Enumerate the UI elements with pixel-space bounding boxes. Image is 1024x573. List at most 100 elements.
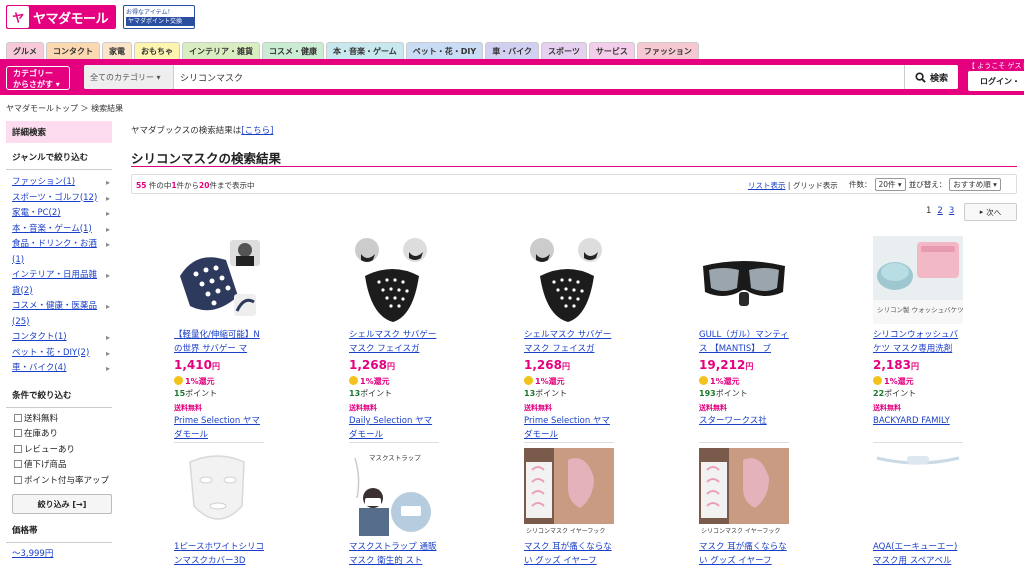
genre-link[interactable]: 食品・ドリンク・お酒(1) [12, 239, 97, 265]
product-image[interactable]: マスクストラップ [349, 448, 439, 536]
price-range-link[interactable]: ～3,999円 [6, 543, 112, 563]
genre-item[interactable]: スポーツ・ゴルフ(12) ▸ [6, 191, 112, 207]
category-tab[interactable]: おもちゃ [134, 42, 180, 59]
genre-link[interactable]: コンタクト(1) [12, 332, 67, 342]
chevron-right-icon: ▸ [979, 208, 984, 216]
site-logo[interactable]: ヤ ヤマダモール [6, 5, 116, 29]
genre-link[interactable]: コスメ・健康・医薬品(25) [12, 301, 97, 327]
count-select[interactable]: 20件 ▾ [874, 178, 906, 191]
category-tab[interactable]: ファッション [636, 42, 699, 59]
category-browse-button[interactable]: カテゴリー からさがす ▾ [6, 66, 70, 90]
genre-link[interactable]: ファッション(1) [12, 177, 75, 187]
point-exchange-banner[interactable]: お得なアイテム！ ヤマダポイント交換 [123, 5, 195, 29]
product-name[interactable]: シェルマスク サバゲーマスク フェイスガ [349, 328, 439, 356]
product-image[interactable] [174, 236, 264, 324]
next-label: 次へ [986, 207, 1002, 217]
chevron-right-icon: ▸ [105, 302, 110, 311]
list-view-link[interactable]: リスト表示 [748, 181, 786, 190]
condition-item[interactable]: 値下げ商品 [6, 458, 112, 474]
category-tab[interactable]: スポーツ [541, 42, 587, 59]
product-name[interactable]: シリコンウォッシュバケツ マスク専用洗剤 [873, 328, 963, 356]
product-name[interactable]: AQA(エーキューエー) マスク用 スペアベル [873, 540, 963, 568]
genre-item[interactable]: 車・バイク(4) ▸ [6, 361, 112, 377]
product-image[interactable] [524, 236, 614, 324]
product-image[interactable] [174, 448, 264, 536]
category-select[interactable]: 全てのカテゴリー ▾ [84, 65, 174, 89]
product-name[interactable]: マスク 耳が痛くならない グッズ イヤーフ [699, 540, 789, 568]
shop-name[interactable]: Prime Selection ヤマダモール [524, 414, 614, 442]
genre-link[interactable]: スポーツ・ゴルフ(12) [12, 193, 97, 203]
narrow-button[interactable]: 絞り込み [→] [12, 494, 112, 514]
result-text-3: 件まで表示中 [209, 181, 255, 190]
next-page-button[interactable]: ▸ 次へ [964, 203, 1017, 221]
genre-item[interactable]: インテリア・日用品雑貨(2) ▸ [6, 268, 112, 299]
genre-link[interactable]: 本・音楽・ゲーム(1) [12, 224, 92, 234]
free-shipping-badge: 送料無料 [524, 404, 552, 412]
genre-item[interactable]: 家電・PC(2) ▸ [6, 206, 112, 222]
card-divider [349, 442, 439, 443]
condition-item[interactable]: 送料無料 [6, 412, 112, 428]
breadcrumb[interactable]: ヤマダモールトップ ＞ 検索結果 [6, 103, 123, 114]
product-name[interactable]: マスクストラップ 通販 マスク 衛生的 スト [349, 540, 439, 568]
price-value: 19,212 [699, 358, 746, 372]
genre-item[interactable]: コンタクト(1) ▸ [6, 330, 112, 346]
page-title: シリコンマスクの検索結果 [131, 151, 282, 166]
genre-item[interactable]: ペット・花・DIY(2) ▸ [6, 346, 112, 362]
category-tab[interactable]: サービス [588, 42, 635, 59]
points-value: 15 [174, 389, 186, 398]
product-image[interactable]: シリコン製 ウォッシュバケツ [873, 236, 963, 324]
product-name[interactable]: マスク 耳が痛くならない グッズ イヤーフ [524, 540, 614, 568]
genre-link[interactable]: 車・バイク(4) [12, 363, 66, 373]
checkbox[interactable] [14, 444, 22, 453]
search-button[interactable]: 検索 [904, 65, 958, 89]
category-tab[interactable]: 家電 [102, 42, 132, 59]
page-2[interactable]: 2 [937, 206, 942, 216]
genre-link[interactable]: ペット・花・DIY(2) [12, 348, 89, 358]
checkbox[interactable] [14, 460, 22, 468]
page-3[interactable]: 3 [949, 206, 954, 216]
product-image[interactable] [699, 236, 789, 324]
product-image[interactable] [873, 448, 963, 536]
genre-link[interactable]: 家電・PC(2) [12, 208, 61, 218]
product-image[interactable]: シリコンマスク イヤーフック [699, 448, 789, 536]
result-text-2: 件から [176, 181, 200, 190]
product-name[interactable]: シェルマスク サバゲーマスク フェイスガ [524, 328, 614, 356]
shop-name[interactable]: Prime Selection ヤマダモール [174, 414, 264, 442]
genre-item[interactable]: 本・音楽・ゲーム(1) ▸ [6, 222, 112, 238]
condition-item[interactable]: ポイント付与率アップ [6, 474, 112, 490]
category-tab[interactable]: コンタクト [46, 42, 100, 59]
books-link[interactable]: [こちら] [241, 126, 273, 136]
shop-name[interactable]: スターワークス社 [699, 414, 789, 442]
category-tab[interactable]: ペット・花・DIY [405, 42, 484, 59]
category-tab[interactable]: グルメ [6, 42, 44, 59]
login-button[interactable]: ログイン・ [968, 71, 1024, 91]
checkbox[interactable] [14, 475, 22, 484]
product-name[interactable]: GULL（ガル）マンティス 【MANTIS】 ブ [699, 328, 789, 356]
condition-item[interactable]: レビューあり [6, 443, 112, 459]
rate-text: 1%還元 [360, 377, 390, 386]
search-input[interactable] [180, 65, 880, 89]
genre-item[interactable]: 食品・ドリンク・お酒(1) ▸ [6, 237, 112, 268]
sort-select[interactable]: おすすめ順 ▾ [949, 178, 1001, 191]
point-coin-icon [873, 376, 882, 385]
category-tab[interactable]: コスメ・健康 [262, 42, 324, 59]
product-image[interactable] [349, 236, 439, 324]
checkbox[interactable] [14, 413, 22, 422]
genre-item[interactable]: コスメ・健康・医薬品(25) ▸ [6, 299, 112, 330]
genre-item[interactable]: ファッション(1) ▸ [6, 175, 112, 191]
shop-name[interactable]: BACKYARD FAMILY [873, 414, 963, 442]
free-shipping-badge: 送料無料 [174, 404, 202, 412]
logo-text: ヤマダモール [33, 11, 109, 27]
product-name[interactable]: 【軽量化/伸縮可能】Nの世界 サバゲー マ [174, 328, 264, 356]
condition-item[interactable]: 在庫あり [6, 427, 112, 443]
category-tab[interactable]: 本・音楽・ゲーム [326, 42, 404, 59]
shop-name[interactable]: Daily Selection ヤマダモール [349, 414, 439, 442]
product-image[interactable]: シリコンマスク イヤーフック [524, 448, 614, 536]
points-value: 13 [349, 389, 361, 398]
genre-link[interactable]: インテリア・日用品雑貨(2) [12, 270, 97, 296]
point-rate: 1%還元 [174, 376, 215, 387]
checkbox[interactable] [14, 429, 22, 437]
category-tab[interactable]: インテリア・雑貨 [182, 42, 260, 59]
category-tab[interactable]: 車・バイク [485, 42, 540, 59]
product-name[interactable]: 1ピースホワイトシリコンマスクカバー3D [174, 540, 264, 568]
